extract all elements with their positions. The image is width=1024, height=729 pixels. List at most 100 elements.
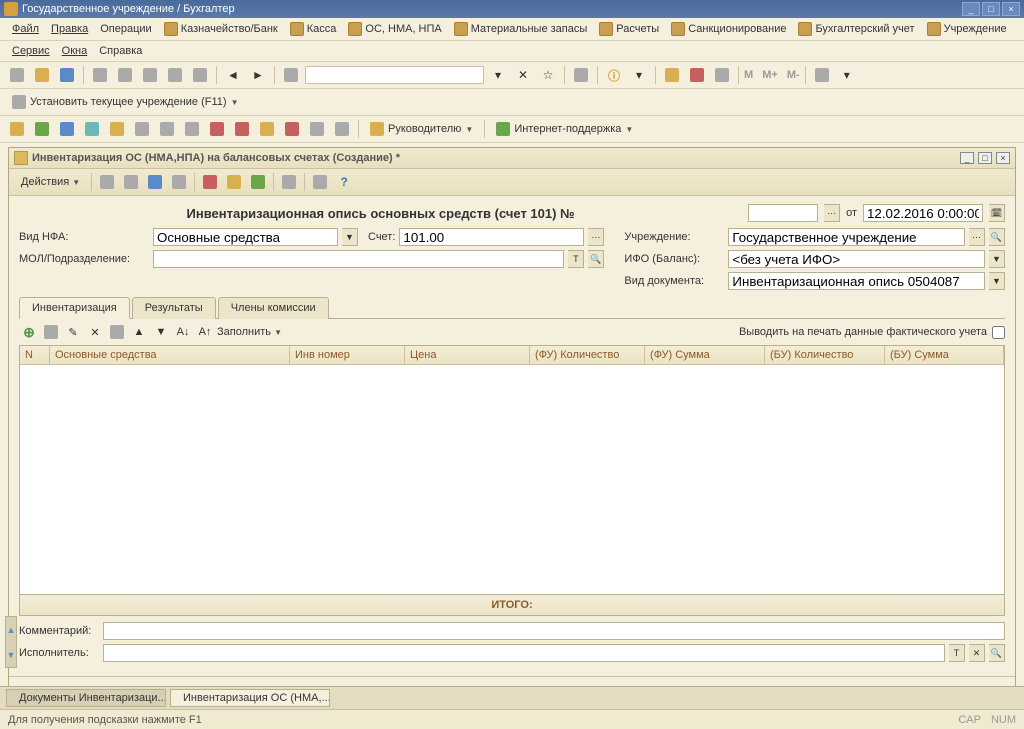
num-lookup-button[interactable]: ⋯ — [824, 204, 840, 222]
tb3-12[interactable] — [281, 119, 303, 139]
grid-copy-button[interactable] — [41, 323, 61, 341]
tab-results[interactable]: Результаты — [132, 297, 216, 319]
col-os[interactable]: Основные средства — [50, 346, 290, 364]
comment-input[interactable] — [103, 622, 1005, 640]
mol-t-button[interactable]: T — [568, 250, 584, 268]
menu-calc[interactable]: Расчеты — [593, 20, 665, 38]
dt-8[interactable] — [278, 172, 300, 192]
doc-close-button[interactable]: × — [996, 152, 1010, 164]
grid-delete-button[interactable]: ✕ — [85, 323, 105, 341]
exec-clear-button[interactable]: ✕ — [969, 644, 985, 662]
tb3-11[interactable] — [256, 119, 278, 139]
doc-date-input[interactable] — [863, 204, 983, 222]
institution-input[interactable] — [728, 228, 965, 246]
paste-button[interactable] — [139, 65, 161, 85]
side-splitter[interactable]: ▲ ▼ — [5, 616, 17, 668]
tab-inventory[interactable]: Инвентаризация — [19, 297, 130, 319]
col-fy-qty[interactable]: (ФУ) Количество — [530, 346, 645, 364]
tb3-2[interactable] — [31, 119, 53, 139]
grid-down-button[interactable]: ▼ — [151, 323, 171, 341]
grid-add-button[interactable]: ⊕ — [19, 323, 39, 341]
print-check-checkbox[interactable] — [992, 326, 1005, 339]
vid-nfa-dropdown[interactable]: ▼ — [342, 228, 358, 246]
col-inv[interactable]: Инв номер — [290, 346, 405, 364]
windows-button[interactable] — [570, 65, 592, 85]
fill-button[interactable]: Заполнить ▼ — [217, 326, 282, 338]
menu-accounting[interactable]: Бухгалтерский учет — [792, 20, 920, 38]
dt-9[interactable] — [309, 172, 331, 192]
doc-maximize-button[interactable]: □ — [978, 152, 992, 164]
grid-sort1-button[interactable]: A↓ — [173, 323, 193, 341]
nav1-button[interactable]: ▾ — [487, 65, 509, 85]
dt-1[interactable] — [96, 172, 118, 192]
vid-doc-input[interactable] — [728, 272, 985, 290]
ifo-input[interactable] — [728, 250, 985, 268]
star-button[interactable]: ☆ — [537, 65, 559, 85]
vid-nfa-select[interactable] — [153, 228, 338, 246]
grid-up-button[interactable]: ▲ — [129, 323, 149, 341]
manager-button[interactable]: Руководителю ▼ — [364, 119, 479, 139]
schet-input[interactable] — [399, 228, 584, 246]
cut-button[interactable] — [89, 65, 111, 85]
doc-minimize-button[interactable]: _ — [960, 152, 974, 164]
exec-search-button[interactable]: 🔍 — [989, 644, 1005, 662]
actions-button[interactable]: Действия ▼ — [14, 173, 87, 191]
institution-search[interactable]: 🔍 — [989, 228, 1005, 246]
back-button[interactable]: ◄ — [222, 65, 244, 85]
tb3-4[interactable] — [81, 119, 103, 139]
address-input[interactable] — [305, 66, 484, 84]
calendar-button[interactable] — [686, 65, 708, 85]
doc-number-input[interactable] — [748, 204, 818, 222]
dt-5[interactable] — [199, 172, 221, 192]
tb3-7[interactable] — [156, 119, 178, 139]
tb3-8[interactable] — [181, 119, 203, 139]
search-button[interactable] — [280, 65, 302, 85]
menu-os[interactable]: ОС, НМА, НПА — [342, 20, 447, 38]
set-institution-button[interactable]: Установить текущее учреждение (F11) ▼ — [6, 92, 245, 112]
menu-help[interactable]: Справка — [93, 43, 148, 59]
tools-dd[interactable]: ▾ — [836, 65, 858, 85]
open-button[interactable] — [31, 65, 53, 85]
grid-edit-button[interactable]: ✎ — [63, 323, 83, 341]
dt-help[interactable]: ? — [333, 172, 355, 192]
exec-t-button[interactable]: T — [949, 644, 965, 662]
dt-4[interactable] — [168, 172, 190, 192]
menu-sanction[interactable]: Санкционирование — [665, 20, 792, 38]
data-grid[interactable]: N Основные средства Инв номер Цена (ФУ) … — [19, 345, 1005, 595]
tb3-1[interactable] — [6, 119, 28, 139]
close-doc-button[interactable]: ✕ — [512, 65, 534, 85]
new-button[interactable] — [6, 65, 28, 85]
info-button[interactable]: ⓘ — [603, 65, 625, 85]
undo-button[interactable] — [189, 65, 211, 85]
tools-button[interactable] — [811, 65, 833, 85]
support-button[interactable]: Интернет-поддержка ▼ — [490, 119, 639, 139]
col-price[interactable]: Цена — [405, 346, 530, 364]
tb3-13[interactable] — [306, 119, 328, 139]
col-by-qty[interactable]: (БУ) Количество — [765, 346, 885, 364]
wintab-0[interactable]: Документы Инвентаризаци... — [6, 689, 166, 707]
menu-operations[interactable]: Операции — [94, 21, 157, 37]
col-by-sum[interactable]: (БУ) Сумма — [885, 346, 1004, 364]
info-dd[interactable]: ▾ — [628, 65, 650, 85]
menu-kassa[interactable]: Касса — [284, 20, 343, 38]
ifo-dropdown[interactable]: ▼ — [989, 250, 1005, 268]
col-n[interactable]: N — [20, 346, 50, 364]
mol-search-button[interactable]: 🔍 — [588, 250, 604, 268]
grid-settings-button[interactable] — [107, 323, 127, 341]
schet-lookup[interactable]: ⋯ — [588, 228, 604, 246]
tb3-3[interactable] — [56, 119, 78, 139]
menu-institution[interactable]: Учреждение — [921, 20, 1013, 38]
tab-commission[interactable]: Члены комиссии — [218, 297, 329, 319]
executor-input[interactable] — [103, 644, 945, 662]
menu-edit[interactable]: Правка — [45, 21, 94, 37]
calc-button[interactable] — [661, 65, 683, 85]
maximize-button[interactable]: □ — [982, 2, 1000, 16]
menu-materials[interactable]: Материальные запасы — [448, 20, 594, 38]
menu-windows[interactable]: Окна — [56, 43, 94, 59]
copy-button[interactable] — [114, 65, 136, 85]
menu-file[interactable]: Файл — [6, 21, 45, 37]
date-picker-button[interactable]: 🗓 — [989, 204, 1005, 222]
dt-7[interactable] — [247, 172, 269, 192]
save-button[interactable] — [56, 65, 78, 85]
tb3-9[interactable] — [206, 119, 228, 139]
